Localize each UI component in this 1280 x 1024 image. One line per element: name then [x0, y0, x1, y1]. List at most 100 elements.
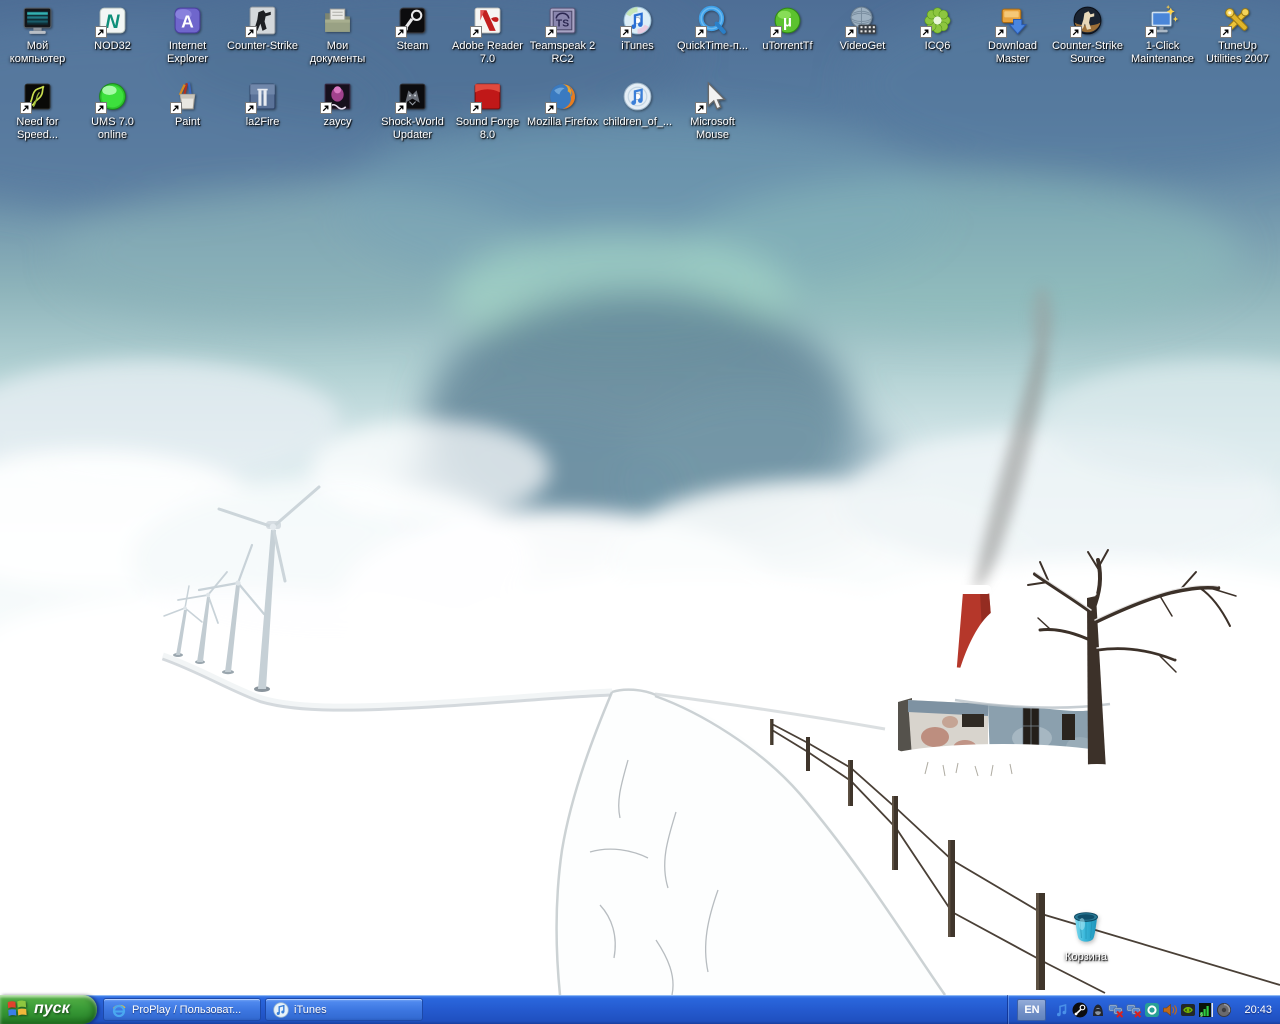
desktop-icon-paint[interactable]: Paint — [150, 80, 225, 129]
language-indicator[interactable]: EN — [1017, 999, 1046, 1021]
desktop-icon-label: Sound Forge 8.0 — [450, 116, 525, 142]
shortcut-arrow-icon — [95, 26, 107, 38]
desktop-icon-my-documents[interactable]: Мои документы — [300, 4, 375, 66]
svg-text:TS: TS — [556, 19, 569, 30]
task-button-label: iTunes — [294, 1004, 327, 1016]
desktop-icon-label: la2Fire — [246, 116, 280, 129]
desktop-icon-sound-forge[interactable]: Sound Forge 8.0 — [450, 80, 525, 142]
volume-tray-icon[interactable] — [1162, 1002, 1178, 1018]
task-proplay[interactable]: ProPlay / Пользоват... — [103, 998, 261, 1021]
system-tray: EN 9 20:43 — [1007, 995, 1280, 1024]
teal-ring-app-tray-icon[interactable] — [1144, 1002, 1160, 1018]
desktop-icon-la2fire[interactable]: la2Fire — [225, 80, 300, 129]
shortcut-arrow-icon — [695, 102, 707, 114]
zaycy-icon — [321, 80, 354, 113]
task-button-label: ProPlay / Пользоват... — [132, 1004, 241, 1016]
shortcut-arrow-icon — [845, 26, 857, 38]
desktop-icon-label: Microsoft Mouse — [675, 116, 750, 142]
desktop-icon-ums-online[interactable]: UMS 7.0 online — [75, 80, 150, 142]
shortcut-arrow-icon — [245, 102, 257, 114]
desktop-icon-tuneup[interactable]: TuneUp Utilities 2007 — [1200, 4, 1275, 66]
my-documents-icon — [321, 4, 354, 37]
desktop-icon-my-computer[interactable]: Мой компьютер — [0, 4, 75, 66]
steam-icon — [396, 4, 429, 37]
desktop-icon-label: zaycy — [323, 116, 351, 129]
shortcut-arrow-icon — [395, 26, 407, 38]
desktop-icon-microsoft-mouse[interactable]: Microsoft Mouse — [675, 80, 750, 142]
desktop-icon-utorrent[interactable]: µuTorrentTf — [750, 4, 825, 53]
la2fire-icon — [246, 80, 279, 113]
desktop-icon-shock-world-updater[interactable]: Shock-World Updater — [375, 80, 450, 142]
shortcut-arrow-icon — [1145, 26, 1157, 38]
desktop-icon-steam[interactable]: Steam — [375, 4, 450, 53]
paint-icon — [171, 80, 204, 113]
my-computer-icon — [21, 4, 54, 37]
svg-text:A: A — [181, 12, 194, 32]
desktop-icon-mozilla-firefox[interactable]: Mozilla Firefox — [525, 80, 600, 129]
desktop-icon-label: Paint — [175, 116, 200, 129]
start-button-label: пуск — [34, 1000, 70, 1018]
svg-text:µ: µ — [783, 14, 792, 31]
need-for-speed-icon — [21, 80, 54, 113]
desktop-icon-internet-explorer[interactable]: A Internet Explorer — [150, 4, 225, 66]
desktop-icon-label: 1-Click Maintenance — [1125, 40, 1200, 66]
shortcut-arrow-icon — [170, 102, 182, 114]
desktop-icon-need-for-speed[interactable]: Need for Speed... — [0, 80, 75, 142]
desktop-icon-itunes[interactable]: iTunes — [600, 4, 675, 53]
shortcut-arrow-icon — [1220, 26, 1232, 38]
shortcut-arrow-icon — [95, 102, 107, 114]
one-click-maintenance-icon — [1146, 4, 1179, 37]
desktop-icon-label: Мой компьютер — [0, 40, 75, 66]
gray-dial-tray-icon[interactable] — [1216, 1002, 1232, 1018]
shortcut-arrow-icon — [395, 102, 407, 114]
desktop-icon-cs-source[interactable]: Counter-Strike Source — [1050, 4, 1125, 66]
desktop-icon-label: Counter-Strike — [227, 40, 298, 53]
recycle-bin[interactable]: Корзина — [1048, 908, 1124, 964]
network-meter-tray-icon[interactable]: 9 — [1198, 1002, 1214, 1018]
start-button[interactable]: пуск — [0, 995, 97, 1024]
itunes-tray-icon[interactable] — [1054, 1002, 1070, 1018]
svg-text:N: N — [105, 11, 120, 33]
desktop-icon-teamspeak[interactable]: TSTeamspeak 2 RC2 — [525, 4, 600, 66]
desktop-icon-label: NOD32 — [94, 40, 131, 53]
recycle-bin-label: Корзина — [1065, 951, 1107, 964]
sound-forge-icon — [471, 80, 504, 113]
shortcut-arrow-icon — [245, 26, 257, 38]
desktop-icon-label: VideoGet — [840, 40, 886, 53]
desktop-icon-zaycy[interactable]: zaycy — [300, 80, 375, 129]
cs-source-icon — [1071, 4, 1104, 37]
counter-strike-icon — [246, 4, 279, 37]
utorrent-icon: µ — [771, 4, 804, 37]
desktop-icon-label: Mozilla Firefox — [527, 116, 598, 129]
desktop-icon-one-click-maintenance[interactable]: 1-Click Maintenance — [1125, 4, 1200, 66]
taskbar-clock[interactable]: 20:43 — [1244, 1004, 1272, 1016]
adobe-reader-icon — [471, 4, 504, 37]
nvidia-tray-icon[interactable] — [1180, 1002, 1196, 1018]
desktop-icon-counter-strike[interactable]: Counter-Strike — [225, 4, 300, 53]
desktop-icon-videoget[interactable]: VideoGet — [825, 4, 900, 53]
desktop-icon-adobe-reader[interactable]: Adobe Reader 7.0 — [450, 4, 525, 66]
nod32-icon: N — [96, 4, 129, 37]
desktop-icon-label: Steam — [397, 40, 429, 53]
shortcut-arrow-icon — [1070, 26, 1082, 38]
steam-tray-icon[interactable] — [1072, 1002, 1088, 1018]
shortcut-arrow-icon — [920, 26, 932, 38]
microsoft-mouse-icon — [696, 80, 729, 113]
desktop-icon-grid: Мой компьютерNNOD32AInternet ExplorerCou… — [0, 0, 1280, 995]
desktop-icon-quicktime[interactable]: QuickTime-п... — [675, 4, 750, 53]
desktop-icon-children-of[interactable]: children_of_... — [600, 80, 675, 129]
network-disconnected-icon[interactable] — [1108, 1002, 1124, 1018]
network-disconnected-2-icon[interactable] — [1126, 1002, 1142, 1018]
desktop-icon-label: Internet Explorer — [150, 40, 225, 66]
desktop-icon-icq6[interactable]: ICQ6 — [900, 4, 975, 53]
desktop-icon-label: Shock-World Updater — [375, 116, 450, 142]
desktop[interactable]: Мой компьютерNNOD32AInternet ExplorerCou… — [0, 0, 1280, 1024]
desktop-icon-download-master[interactable]: Download Master — [975, 4, 1050, 66]
desktop-icon-nod32[interactable]: N NOD32 — [75, 4, 150, 53]
itunes-icon — [621, 4, 654, 37]
tray-icons: 9 — [1054, 1002, 1232, 1018]
task-itunes[interactable]: iTunes — [265, 998, 423, 1021]
hooded-figure-tray-icon[interactable] — [1090, 1002, 1106, 1018]
desktop-icon-label: Мои документы — [300, 40, 375, 66]
tuneup-icon — [1221, 4, 1254, 37]
